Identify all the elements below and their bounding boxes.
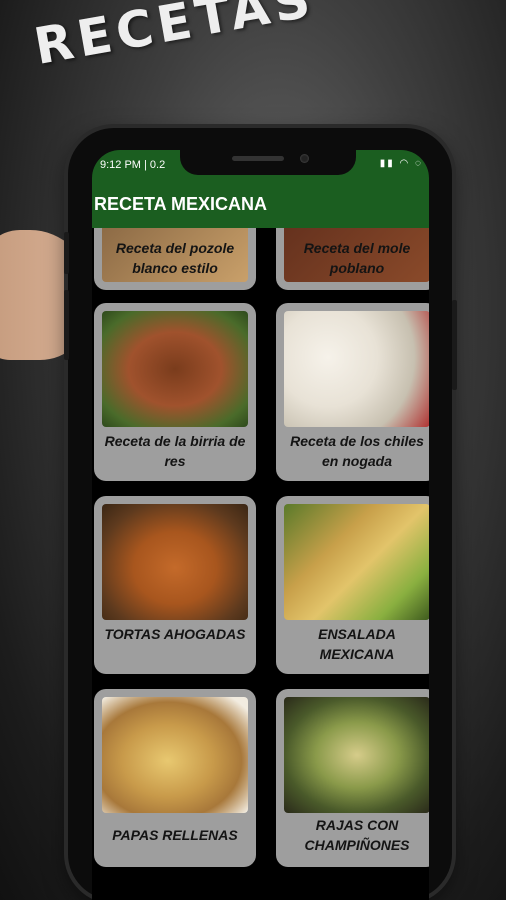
status-time: 9:12 PM | 0.2 (100, 159, 166, 171)
camera-icon (300, 154, 309, 163)
power-button (452, 300, 457, 390)
volume-button (64, 232, 69, 274)
volume-button-down (64, 290, 69, 360)
recipe-card-tortas[interactable]: TORTAS AHOGADAS (94, 496, 256, 674)
signal-wifi-battery-icon: ▮▮ ◠ ◌ (379, 158, 423, 169)
chiles-image (284, 311, 429, 427)
papas-image (102, 697, 248, 813)
recipe-grid[interactable]: Receta del pozole blanco estilo Receta d… (92, 228, 429, 900)
rajas-image (284, 697, 429, 813)
speaker-icon (232, 156, 284, 161)
recipe-label: PAPAS RELLENAS (112, 827, 238, 843)
recipe-card-pozole[interactable]: Receta del pozole blanco estilo (94, 228, 256, 290)
recipe-card-birria[interactable]: Receta de la birria de res (94, 303, 256, 481)
promo-title: RECETAS (29, 0, 320, 77)
tortas-image (102, 504, 248, 620)
recipe-card-chiles[interactable]: Receta de los chiles en nogada (276, 303, 429, 481)
recipe-label: Receta de la birria de res (104, 433, 246, 469)
recipe-label: Receta del pozole blanco estilo (115, 240, 235, 276)
recipe-card-mole[interactable]: Receta del mole poblano (276, 228, 429, 290)
birria-image (102, 311, 248, 427)
recipe-label: Receta de los chiles en nogada (290, 433, 424, 469)
recipe-label: ENSALADA MEXICANA (318, 626, 396, 662)
recipe-label: Receta del mole poblano (303, 240, 411, 276)
ensalada-image (284, 504, 429, 620)
recipe-card-papas[interactable]: PAPAS RELLENAS (94, 689, 256, 867)
app-bar: RECETA MEXICANA (92, 180, 429, 228)
recipe-label: TORTAS AHOGADAS (104, 626, 246, 642)
recipe-card-rajas[interactable]: RAJAS CON CHAMPIÑONES (276, 689, 429, 867)
app-title: RECETA MEXICANA (94, 194, 268, 214)
recipe-card-ensalada[interactable]: ENSALADA MEXICANA (276, 496, 429, 674)
recipe-label: RAJAS CON CHAMPIÑONES (304, 817, 410, 853)
phone-screen: 9:12 PM | 0.2 ▮▮ ◠ ◌ RECETA MEXICANA Rec… (92, 150, 429, 900)
